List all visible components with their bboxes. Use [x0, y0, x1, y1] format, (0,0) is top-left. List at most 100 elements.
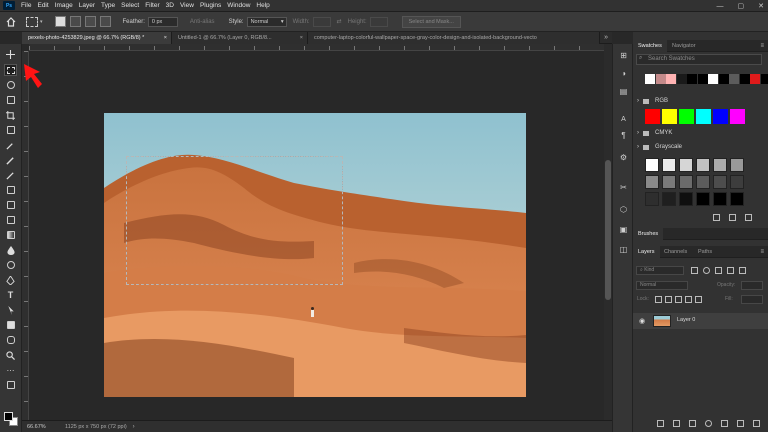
- height-input[interactable]: [369, 16, 388, 27]
- tabs-overflow-icon[interactable]: »: [604, 32, 608, 44]
- properties-icon[interactable]: ⚙: [618, 152, 629, 163]
- grayscale-color-swatch[interactable]: [662, 175, 676, 189]
- lock-position-icon[interactable]: [675, 296, 682, 303]
- adjustments-icon[interactable]: ▤: [618, 86, 629, 97]
- menu-select[interactable]: Select: [121, 2, 139, 9]
- menu-type[interactable]: Type: [101, 2, 115, 9]
- swap-dimensions-icon[interactable]: ⇄: [337, 18, 342, 25]
- filter-type-icon[interactable]: [715, 267, 722, 274]
- grayscale-color-swatch[interactable]: [645, 158, 659, 172]
- width-input[interactable]: [312, 16, 331, 27]
- foreground-color-swatch[interactable]: [4, 412, 13, 421]
- add-selection-button[interactable]: [69, 16, 81, 27]
- grayscale-color-swatch[interactable]: [662, 192, 676, 206]
- new-selection-button[interactable]: [54, 16, 66, 27]
- tab-channels[interactable]: Channels: [659, 246, 692, 258]
- tab-swatches[interactable]: Swatches: [633, 40, 667, 52]
- filter-pixel-icon[interactable]: [691, 267, 698, 274]
- rgb-color-swatch[interactable]: [679, 109, 694, 124]
- layer-mask-icon[interactable]: [689, 420, 696, 427]
- rgb-color-swatch[interactable]: [730, 109, 745, 124]
- recent-color-swatch[interactable]: [750, 74, 760, 84]
- anti-alias-checkbox[interactable]: Anti-alias: [190, 19, 215, 25]
- path-selection-tool-icon[interactable]: [4, 304, 17, 316]
- trash-icon[interactable]: [753, 420, 760, 427]
- feather-input[interactable]: 0 px: [147, 16, 178, 27]
- grayscale-color-swatch[interactable]: [713, 192, 727, 206]
- grayscale-color-swatch[interactable]: [696, 175, 710, 189]
- grayscale-color-swatch[interactable]: [696, 158, 710, 172]
- move-tool-icon[interactable]: [4, 48, 17, 60]
- grayscale-color-swatch[interactable]: [730, 192, 744, 206]
- select-and-mask-button[interactable]: Select and Mask...: [401, 15, 461, 28]
- swatch-folder-cmyk[interactable]: › CMYK: [633, 128, 768, 139]
- menu-window[interactable]: Window: [227, 2, 250, 9]
- clone-stamp-tool-icon[interactable]: [4, 184, 17, 196]
- zoom-tool-icon[interactable]: [4, 349, 17, 361]
- tab-navigator[interactable]: Navigator: [667, 40, 701, 52]
- panel-menu-icon[interactable]: ≡: [760, 246, 764, 258]
- tab-pexels-photo[interactable]: pexels-photo-4253829.jpeg @ 66.7% (RGB/8…: [22, 32, 172, 44]
- minimize-button[interactable]: —: [717, 3, 724, 10]
- dodge-tool-icon[interactable]: [4, 259, 17, 271]
- layer-filter-kind-select[interactable]: ⌕ Kind: [636, 266, 684, 275]
- intersect-selection-button[interactable]: [99, 16, 111, 27]
- eraser-tool-icon[interactable]: [4, 214, 17, 226]
- recent-color-swatch[interactable]: [760, 74, 768, 84]
- libraries-icon[interactable]: ▣: [618, 224, 629, 235]
- menu-layer[interactable]: Layer: [79, 2, 95, 9]
- new-group-folder-icon[interactable]: [721, 420, 728, 427]
- filter-shape-icon[interactable]: [727, 267, 734, 274]
- lock-artboard-icon[interactable]: [685, 296, 692, 303]
- link-layers-icon[interactable]: [657, 420, 664, 427]
- tab-layers[interactable]: Layers: [633, 246, 660, 258]
- scrollbar-thumb[interactable]: [605, 160, 611, 300]
- menu-3d[interactable]: 3D: [166, 2, 174, 9]
- rgb-color-swatch[interactable]: [662, 109, 677, 124]
- chevron-right-icon[interactable]: ›: [133, 424, 135, 430]
- spot-healing-brush-icon[interactable]: [4, 154, 17, 166]
- grayscale-color-swatch[interactable]: [696, 192, 710, 206]
- menu-edit[interactable]: Edit: [37, 2, 48, 9]
- grayscale-color-swatch[interactable]: [713, 158, 727, 172]
- paragraph-icon[interactable]: ¶: [618, 130, 629, 141]
- new-group-folder-icon[interactable]: [713, 214, 720, 221]
- fill-input[interactable]: [741, 295, 763, 304]
- tab-untitled-1[interactable]: Untitled-1 @ 66.7% (Layer 0, RGB/8... ×: [172, 32, 308, 44]
- crop-tool-icon[interactable]: [4, 109, 17, 121]
- color-icon[interactable]: ◑: [618, 68, 629, 79]
- rgb-color-swatch[interactable]: [713, 109, 728, 124]
- tab-brushes[interactable]: Brushes: [633, 228, 664, 240]
- trash-icon[interactable]: [745, 214, 752, 221]
- lock-transparent-icon[interactable]: [655, 296, 662, 303]
- new-layer-icon[interactable]: [737, 420, 744, 427]
- layer-style-icon[interactable]: [673, 420, 680, 427]
- recent-color-swatch[interactable]: [697, 74, 708, 84]
- rgb-color-swatch[interactable]: [645, 109, 660, 124]
- filter-adjustment-icon[interactable]: [703, 267, 710, 274]
- lock-all-icon[interactable]: [695, 296, 702, 303]
- recent-color-swatch[interactable]: [687, 74, 697, 84]
- rectangle-tool-icon[interactable]: [4, 319, 17, 331]
- adjustment-layer-icon[interactable]: [705, 420, 712, 427]
- menu-file[interactable]: File: [21, 2, 31, 9]
- lock-image-icon[interactable]: [665, 296, 672, 303]
- gradient-tool-icon[interactable]: [4, 229, 17, 241]
- subtract-selection-button[interactable]: [84, 16, 96, 27]
- type-tool-icon[interactable]: T: [4, 289, 17, 301]
- grayscale-color-swatch[interactable]: [645, 192, 659, 206]
- tool-presets-icon[interactable]: ✂: [618, 182, 629, 193]
- swatches-search-input[interactable]: Search Swatches: [636, 54, 762, 65]
- menu-filter[interactable]: Filter: [145, 2, 159, 9]
- 3d-icon[interactable]: ⬡: [618, 204, 629, 215]
- blur-tool-icon[interactable]: [4, 244, 17, 256]
- grayscale-color-swatch[interactable]: [645, 175, 659, 189]
- opacity-input[interactable]: [741, 281, 763, 290]
- zoom-level[interactable]: 66.67%: [27, 424, 57, 430]
- history-icon[interactable]: ⊞: [618, 50, 629, 61]
- lasso-tool-icon[interactable]: [4, 79, 17, 91]
- menu-view[interactable]: View: [180, 2, 194, 9]
- grayscale-color-swatch[interactable]: [730, 175, 744, 189]
- close-window-button[interactable]: ✕: [758, 2, 764, 10]
- character-icon[interactable]: A: [618, 114, 629, 125]
